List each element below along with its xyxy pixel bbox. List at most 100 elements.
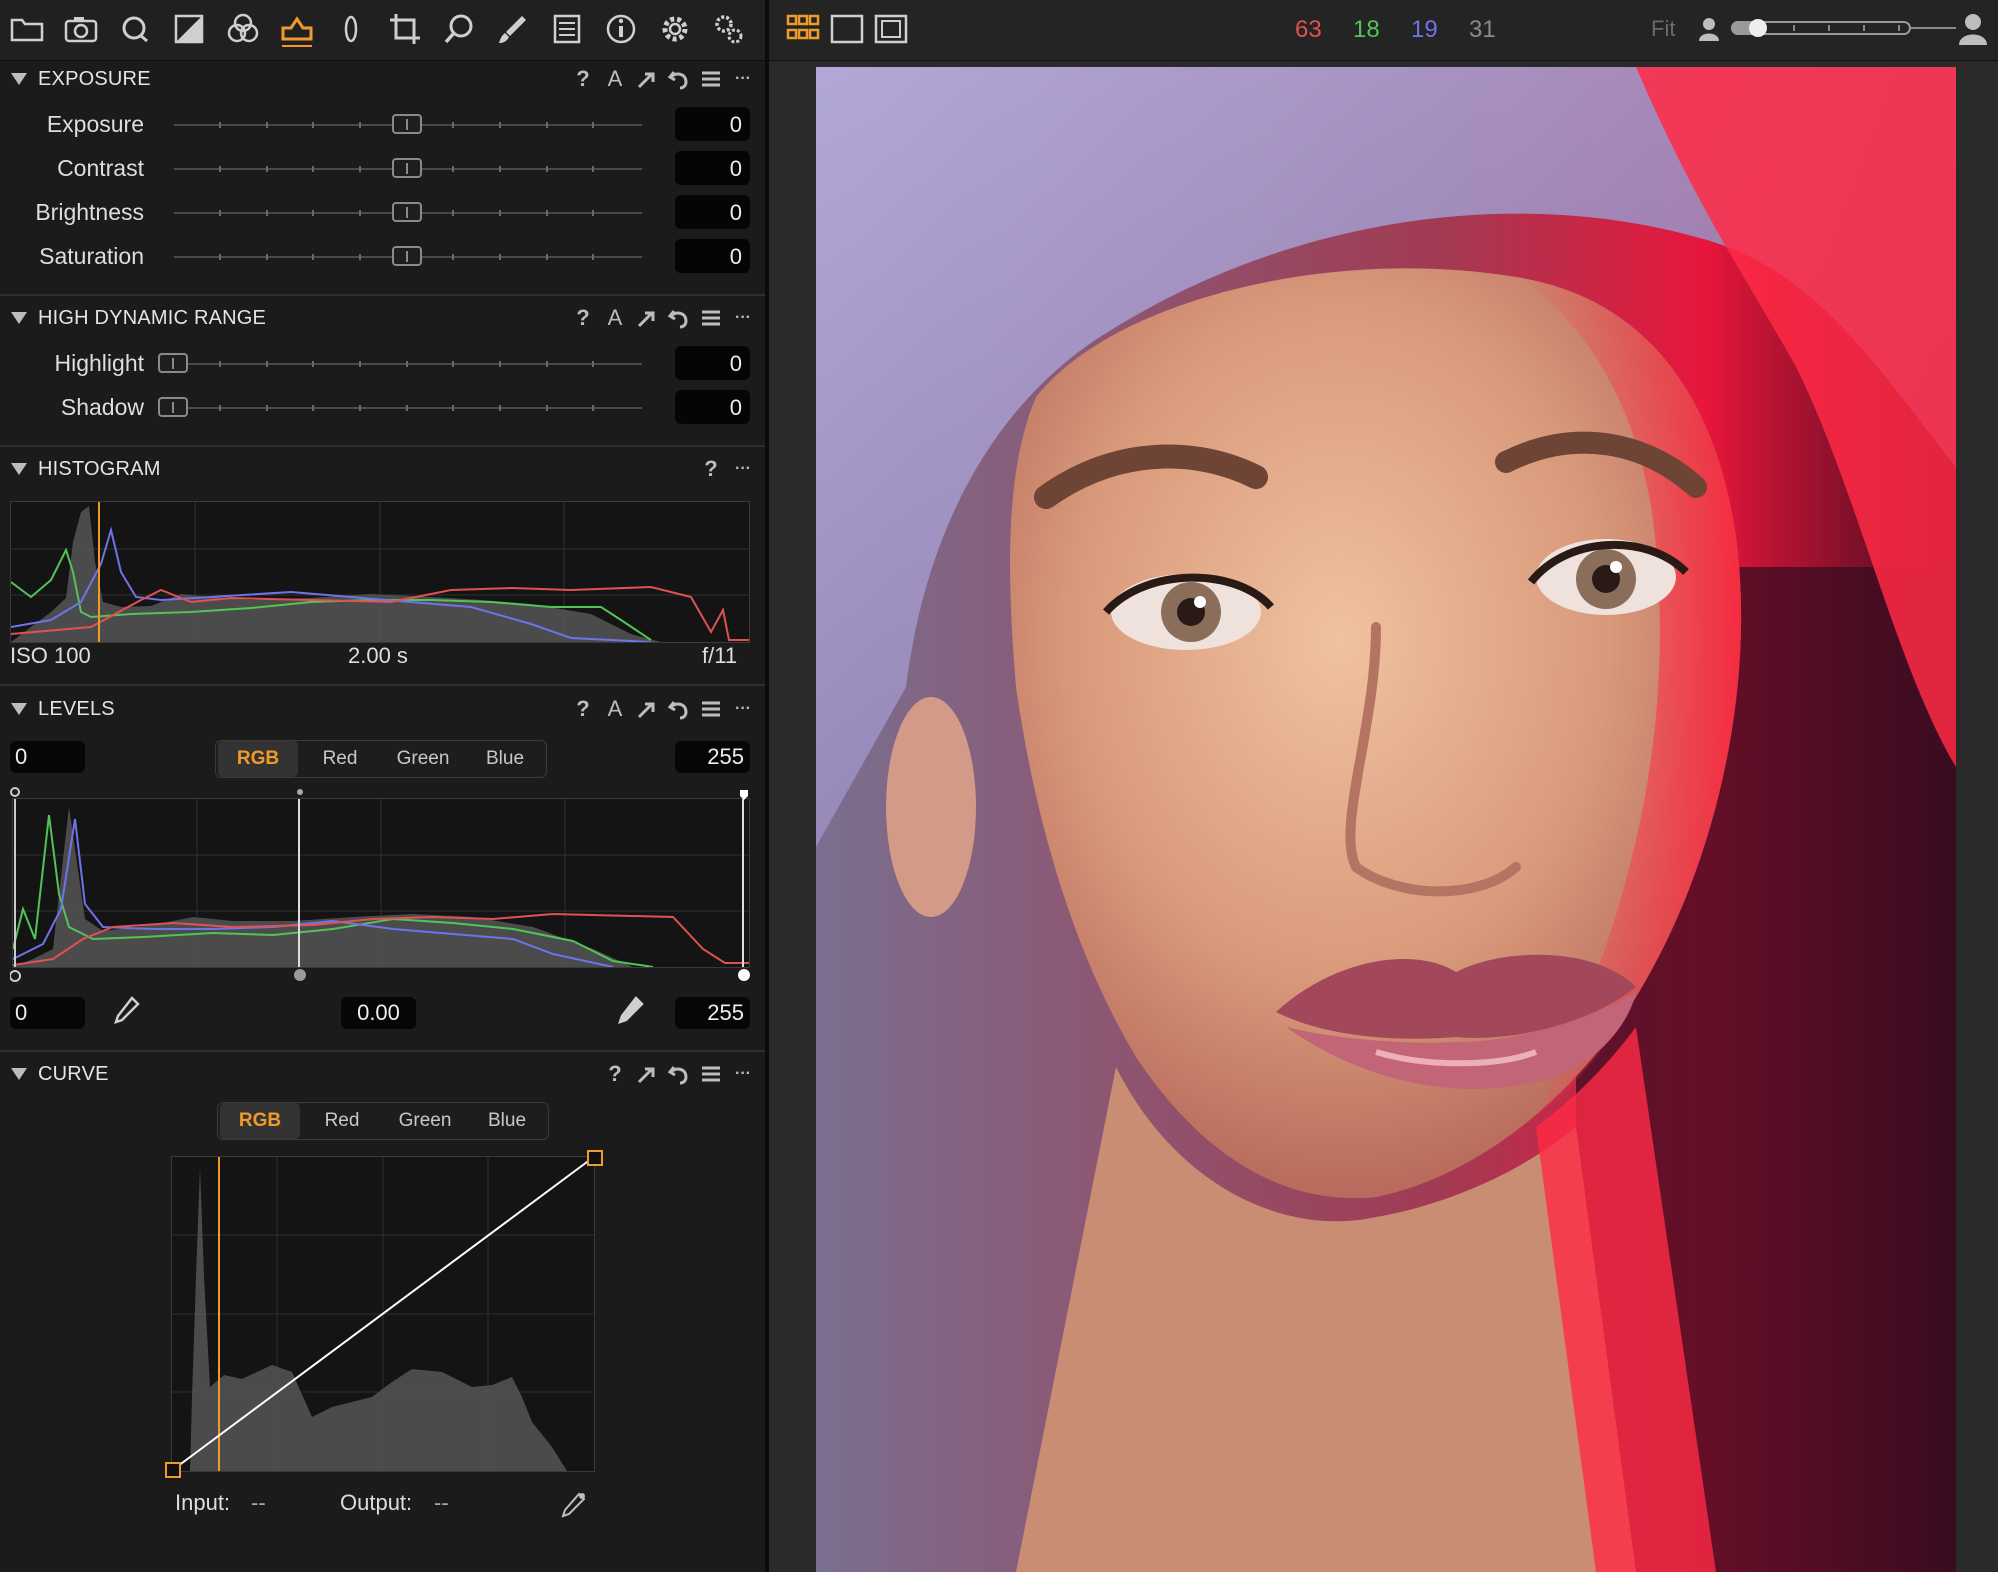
- slider-thumb[interactable]: [158, 397, 188, 417]
- batch-icon[interactable]: [708, 8, 750, 50]
- adjust-active-icon[interactable]: [276, 8, 318, 50]
- curve-input-value: --: [251, 1490, 266, 1515]
- more-icon[interactable]: ···: [730, 66, 756, 92]
- green-count[interactable]: 18: [1353, 16, 1380, 44]
- info-icon[interactable]: [600, 8, 642, 50]
- hdr-section-header[interactable]: HIGH DYNAMIC RANGE ? A ···: [0, 297, 765, 341]
- settings-icon[interactable]: [654, 8, 696, 50]
- slider-thumb[interactable]: [158, 353, 188, 373]
- lens-icon[interactable]: [330, 8, 372, 50]
- levels-output-high-field[interactable]: 255: [675, 997, 750, 1029]
- section-divider: [0, 684, 765, 686]
- auto-icon[interactable]: A: [602, 66, 628, 92]
- help-icon[interactable]: ?: [602, 1061, 628, 1087]
- grid-view-icon[interactable]: [785, 12, 821, 48]
- reset-icon[interactable]: [666, 305, 692, 331]
- more-icon[interactable]: ···: [730, 696, 756, 722]
- copy-apply-icon[interactable]: [634, 696, 660, 722]
- curve-point-black[interactable]: [165, 1462, 181, 1478]
- curve-graph[interactable]: [171, 1156, 595, 1472]
- levels-input-high-field[interactable]: 255: [675, 741, 750, 773]
- reset-icon[interactable]: [666, 1061, 692, 1087]
- folder-icon[interactable]: [6, 8, 48, 50]
- saturation-value-field[interactable]: 0: [675, 239, 750, 273]
- levels-handles[interactable]: [10, 786, 755, 986]
- help-icon[interactable]: ?: [570, 66, 596, 92]
- copy-apply-icon[interactable]: [634, 1061, 660, 1087]
- auto-icon[interactable]: A: [602, 696, 628, 722]
- more-icon[interactable]: ···: [730, 456, 756, 482]
- tab-blue[interactable]: Blue: [466, 741, 544, 777]
- histogram-section-header[interactable]: HISTOGRAM ? ···: [0, 448, 765, 492]
- loupe-icon[interactable]: [438, 8, 480, 50]
- collapse-triangle-icon[interactable]: [10, 1066, 28, 1082]
- levels-output-low-field[interactable]: 0: [10, 997, 85, 1029]
- collapse-triangle-icon[interactable]: [10, 701, 28, 717]
- main-photo[interactable]: [816, 67, 1956, 1572]
- levels-section-header[interactable]: LEVELS ? A ···: [0, 688, 765, 732]
- total-count[interactable]: 31: [1469, 16, 1496, 44]
- search-q-icon[interactable]: [114, 8, 156, 50]
- levels-input-low-field[interactable]: 0: [10, 741, 85, 773]
- slider-thumb[interactable]: [392, 246, 422, 266]
- blue-count[interactable]: 19: [1411, 16, 1438, 44]
- tab-green[interactable]: Green: [382, 741, 464, 777]
- contrast-slider[interactable]: [174, 158, 642, 178]
- shadow-slider[interactable]: [158, 397, 642, 417]
- curve-section-header[interactable]: CURVE ? ···: [0, 1053, 765, 1097]
- copy-apply-icon[interactable]: [634, 66, 660, 92]
- tab-green[interactable]: Green: [384, 1103, 466, 1139]
- presets-icon[interactable]: [698, 696, 724, 722]
- collapse-triangle-icon[interactable]: [10, 310, 28, 326]
- more-icon[interactable]: ···: [730, 1061, 756, 1087]
- exposure-value-field[interactable]: 0: [675, 107, 750, 141]
- tab-red[interactable]: Red: [302, 1103, 382, 1139]
- curve-picker-icon[interactable]: [556, 1488, 590, 1522]
- zoom-slider-thumb[interactable]: [1749, 19, 1767, 37]
- help-icon[interactable]: ?: [570, 305, 596, 331]
- brightness-slider[interactable]: [174, 202, 642, 222]
- fit-zoom-button[interactable]: Fit: [1651, 16, 1675, 42]
- slider-thumb[interactable]: [392, 202, 422, 222]
- filmstrip-view-icon[interactable]: [873, 12, 909, 48]
- tab-red[interactable]: Red: [300, 741, 380, 777]
- camera-icon[interactable]: [60, 8, 102, 50]
- contrast-value-field[interactable]: 0: [675, 151, 750, 185]
- slider-thumb[interactable]: [392, 158, 422, 178]
- collapse-triangle-icon[interactable]: [10, 71, 28, 87]
- tab-rgb[interactable]: RGB: [220, 1103, 300, 1139]
- reset-icon[interactable]: [666, 66, 692, 92]
- zoom-slider[interactable]: [1731, 19, 1911, 37]
- tab-rgb[interactable]: RGB: [218, 741, 298, 777]
- saturation-slider[interactable]: [174, 246, 642, 266]
- white-point-picker-icon[interactable]: [612, 992, 648, 1028]
- exposure-icon[interactable]: [168, 8, 210, 50]
- auto-icon[interactable]: A: [602, 305, 628, 331]
- highlight-value-field[interactable]: 0: [675, 346, 750, 380]
- crop-icon[interactable]: [384, 8, 426, 50]
- single-view-icon[interactable]: [829, 12, 865, 48]
- copy-apply-icon[interactable]: [634, 305, 660, 331]
- reset-icon[interactable]: [666, 696, 692, 722]
- highlight-slider[interactable]: [158, 353, 642, 373]
- presets-icon[interactable]: [698, 1061, 724, 1087]
- more-icon[interactable]: ···: [730, 305, 756, 331]
- presets-icon[interactable]: [698, 305, 724, 331]
- red-count[interactable]: 63: [1295, 16, 1322, 44]
- brightness-value-field[interactable]: 0: [675, 195, 750, 229]
- exposure-section-header[interactable]: EXPOSURE ? A ···: [0, 58, 765, 102]
- black-point-picker-icon[interactable]: [108, 992, 144, 1028]
- exposure-slider[interactable]: [174, 114, 642, 134]
- presets-icon[interactable]: [698, 66, 724, 92]
- help-icon[interactable]: ?: [698, 456, 724, 482]
- levels-midpoint-field[interactable]: 0.00: [341, 997, 416, 1029]
- collapse-triangle-icon[interactable]: [10, 461, 28, 477]
- metadata-icon[interactable]: [546, 8, 588, 50]
- shadow-value-field[interactable]: 0: [675, 390, 750, 424]
- help-icon[interactable]: ?: [570, 696, 596, 722]
- slider-thumb[interactable]: [392, 114, 422, 134]
- color-icon[interactable]: [222, 8, 264, 50]
- tab-blue[interactable]: Blue: [468, 1103, 546, 1139]
- brush-icon[interactable]: [492, 8, 534, 50]
- curve-point-white[interactable]: [587, 1150, 603, 1166]
